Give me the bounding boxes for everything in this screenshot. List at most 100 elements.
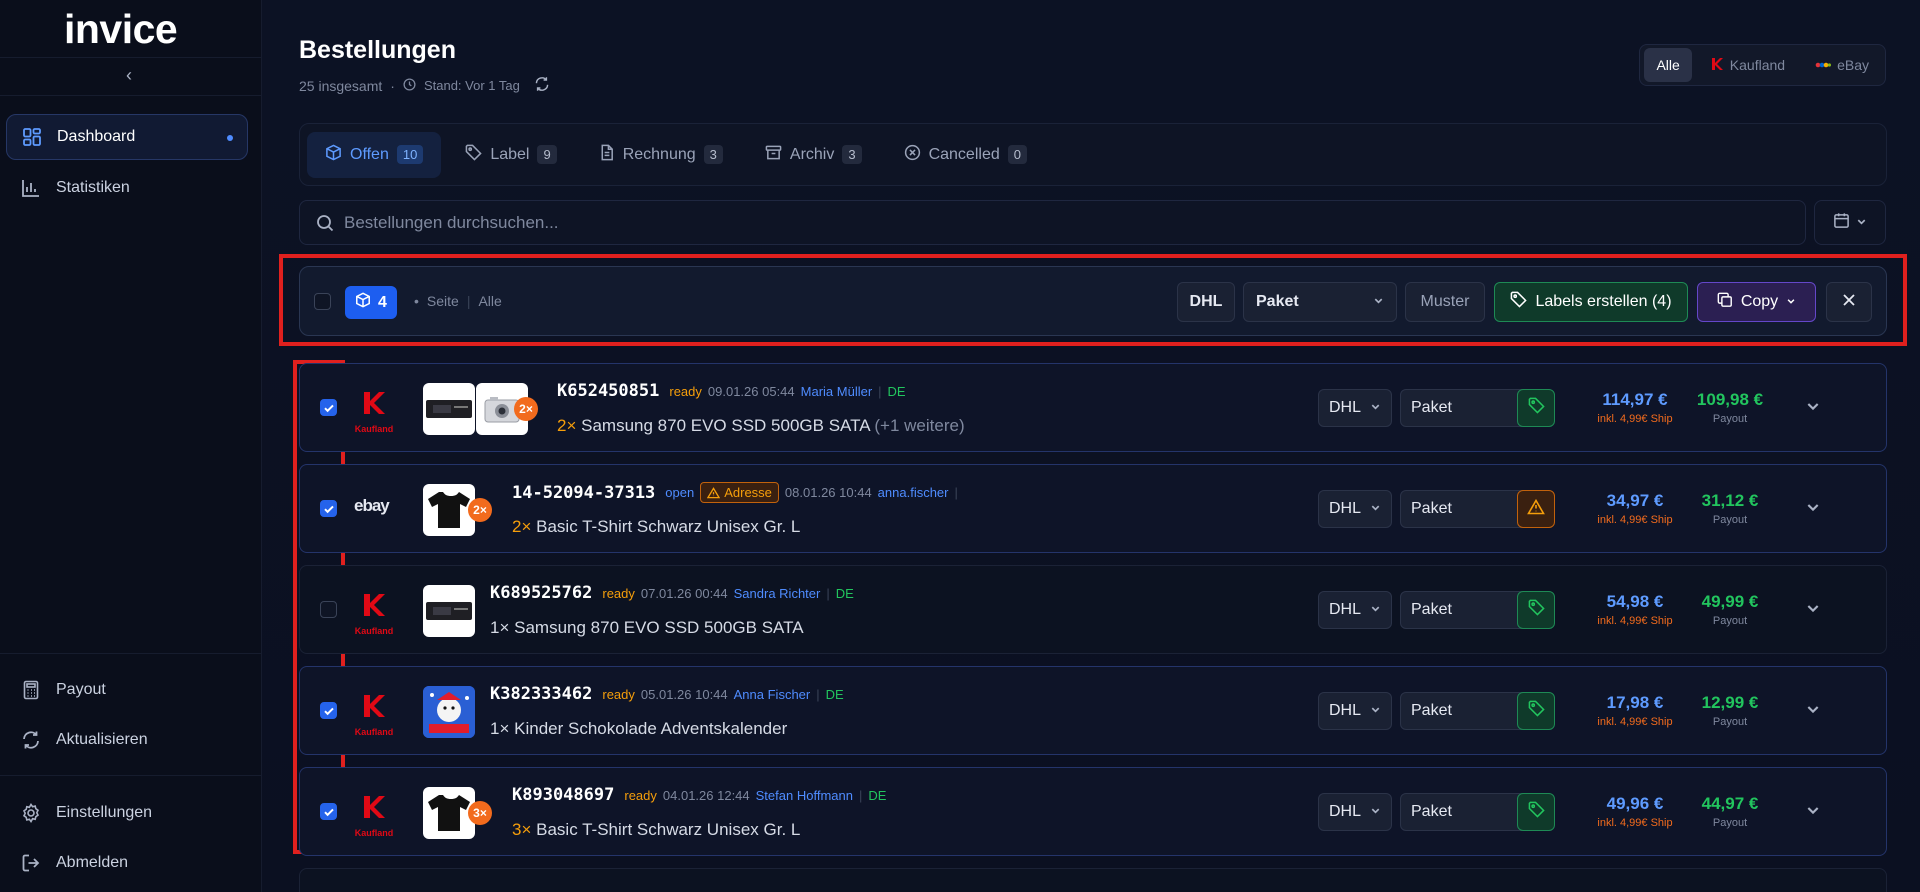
customer-name[interactable]: Anna Fischer (734, 687, 811, 702)
create-label-button[interactable] (1517, 793, 1555, 831)
tab-cancelled[interactable]: Cancelled 0 (886, 132, 1045, 178)
order-id[interactable]: K652450851 (557, 381, 659, 401)
marketplace-filter-alle[interactable]: Alle (1644, 48, 1692, 82)
carrier-select[interactable]: DHL (1318, 591, 1392, 629)
copy-label: Copy (1740, 293, 1779, 310)
sidebar-item-aktualisieren[interactable]: Aktualisieren (6, 717, 248, 763)
page-subtitle: 25 insgesamt · Stand: Vor 1 Tag (299, 76, 550, 95)
customer-name[interactable]: anna.fischer (878, 485, 949, 500)
sidebar-item-label: Statistiken (56, 179, 130, 196)
order-id[interactable]: K382333462 (490, 684, 592, 704)
chevron-down-icon (1370, 399, 1381, 417)
customer-name[interactable]: Sandra Richter (734, 586, 821, 601)
option-label: Kaufland (1729, 57, 1786, 73)
order-row[interactable]: Kaufland 3× K893048697 ready 04.01.26 12… (299, 767, 1887, 856)
sidebar-item-payout[interactable]: Payout (6, 667, 248, 713)
customer-name[interactable]: Maria Müller (801, 384, 873, 399)
bulk-package-select[interactable]: Paket (1243, 282, 1397, 322)
sidebar-item-dashboard[interactable]: Dashboard (6, 114, 248, 160)
order-id[interactable]: 14-52094-37313 (512, 483, 655, 503)
carrier-select[interactable]: DHL (1318, 692, 1392, 730)
customer-name[interactable]: Stefan Hoffmann (756, 788, 853, 803)
bulk-carrier-button[interactable]: DHL (1177, 282, 1235, 322)
sidebar-item-statistiken[interactable]: Statistiken (6, 165, 248, 211)
marketplace-filter-kaufland[interactable]: Kaufland (1698, 48, 1797, 82)
order-row[interactable]: Kaufland K382333462 ready 05.01.26 10:44… (299, 666, 1887, 755)
order-row[interactable]: Kaufland 2× K652450851 ready 09.01.26 05… (299, 363, 1887, 452)
select-page-link[interactable]: Seite (427, 293, 459, 309)
marketplace-filter-ebay[interactable]: eBay (1803, 48, 1881, 82)
sidebar-item-einstellungen[interactable]: Einstellungen (6, 790, 248, 836)
reload-icon[interactable] (534, 76, 550, 95)
tab-label: Offen (350, 145, 389, 163)
sidebar-item-label: Dashboard (57, 128, 136, 145)
order-row[interactable]: Kaufland K689525762 ready 07.01.26 00:44… (299, 565, 1887, 654)
create-label-button[interactable] (1517, 591, 1555, 629)
carrier-select[interactable]: DHL (1318, 793, 1392, 831)
separator-dot: • (414, 293, 419, 309)
chevron-down-icon (1786, 293, 1796, 311)
order-time: 04.01.26 12:44 (662, 787, 750, 803)
package-label: Paket (1256, 293, 1299, 310)
tab-label[interactable]: Label 9 (447, 132, 574, 178)
carrier-value: DHL (1329, 399, 1362, 416)
create-label-button[interactable] (1517, 389, 1555, 427)
order-status: ready (602, 585, 635, 601)
warning-icon (1527, 498, 1545, 520)
order-row-partial[interactable] (299, 868, 1887, 892)
order-row[interactable]: ebay 2× 14-52094-37313 open Adresse 08.0… (299, 464, 1887, 553)
shipping-note: inkl. 4,99€ Ship (1597, 514, 1673, 526)
tab-rechnung[interactable]: Rechnung 3 (581, 132, 741, 178)
package-value: Paket (1411, 803, 1452, 820)
kaufland-logo-icon (1710, 57, 1724, 74)
expand-row-icon[interactable] (1805, 600, 1821, 621)
create-labels-button[interactable]: Labels erstellen (4) (1494, 282, 1688, 322)
carrier-select[interactable]: DHL (1318, 389, 1392, 427)
order-time: 09.01.26 05:44 (707, 383, 795, 399)
order-checkbox[interactable] (320, 399, 337, 416)
address-warning-badge[interactable]: Adresse (700, 482, 779, 503)
carrier-value: DHL (1329, 803, 1362, 820)
payout-block: 44,97 € Payout (1680, 794, 1780, 829)
carrier-select[interactable]: DHL (1318, 490, 1392, 528)
select-all-link[interactable]: Alle (478, 293, 501, 309)
search-input[interactable] (344, 212, 1744, 233)
date-filter-button[interactable] (1814, 200, 1886, 245)
expand-row-icon[interactable] (1805, 701, 1821, 722)
separator: | (954, 485, 958, 500)
calculator-icon (20, 679, 42, 701)
tab-count-badge: 9 (537, 145, 557, 164)
sidebar-divider (0, 653, 262, 654)
order-id[interactable]: K893048697 (512, 785, 614, 805)
carrier-value: DHL (1329, 601, 1362, 618)
sidebar-item-label: Einstellungen (56, 804, 153, 821)
chevron-down-icon (1370, 702, 1381, 720)
separator: | (826, 585, 830, 601)
order-id[interactable]: K689525762 (490, 583, 592, 603)
copy-button[interactable]: Copy (1697, 282, 1816, 322)
order-checkbox[interactable] (320, 500, 337, 517)
order-checkbox[interactable] (320, 803, 337, 820)
expand-row-icon[interactable] (1805, 802, 1821, 823)
expand-row-icon[interactable] (1805, 499, 1821, 520)
create-label-button[interactable] (1517, 692, 1555, 730)
template-button[interactable]: Muster (1405, 282, 1485, 322)
payout-amount: 109,98 € (1696, 390, 1764, 409)
order-price: 49,96 € (1606, 794, 1664, 813)
clear-selection-button[interactable] (1826, 282, 1872, 322)
select-all-checkbox[interactable] (314, 293, 331, 310)
order-checkbox[interactable] (320, 702, 337, 719)
app-logo[interactable]: invice (64, 6, 178, 53)
order-checkbox[interactable] (320, 601, 337, 618)
label-warning-button[interactable] (1517, 490, 1555, 528)
tab-archiv[interactable]: Archiv 3 (747, 132, 880, 178)
product-name: Samsung 870 EVO SSD 500GB SATA (581, 416, 870, 435)
expand-row-icon[interactable] (1805, 398, 1821, 419)
package-value: Paket (1411, 399, 1452, 416)
collapse-sidebar-icon[interactable]: ‹ (118, 64, 140, 86)
tab-offen[interactable]: Offen 10 (307, 131, 442, 178)
sidebar-item-abmelden[interactable]: Abmelden (6, 840, 248, 886)
sidebar-divider (0, 57, 262, 58)
marketplace-filter: Alle Kaufland eBay (1639, 44, 1886, 86)
payout-amount: 49,99 € (1701, 592, 1759, 611)
